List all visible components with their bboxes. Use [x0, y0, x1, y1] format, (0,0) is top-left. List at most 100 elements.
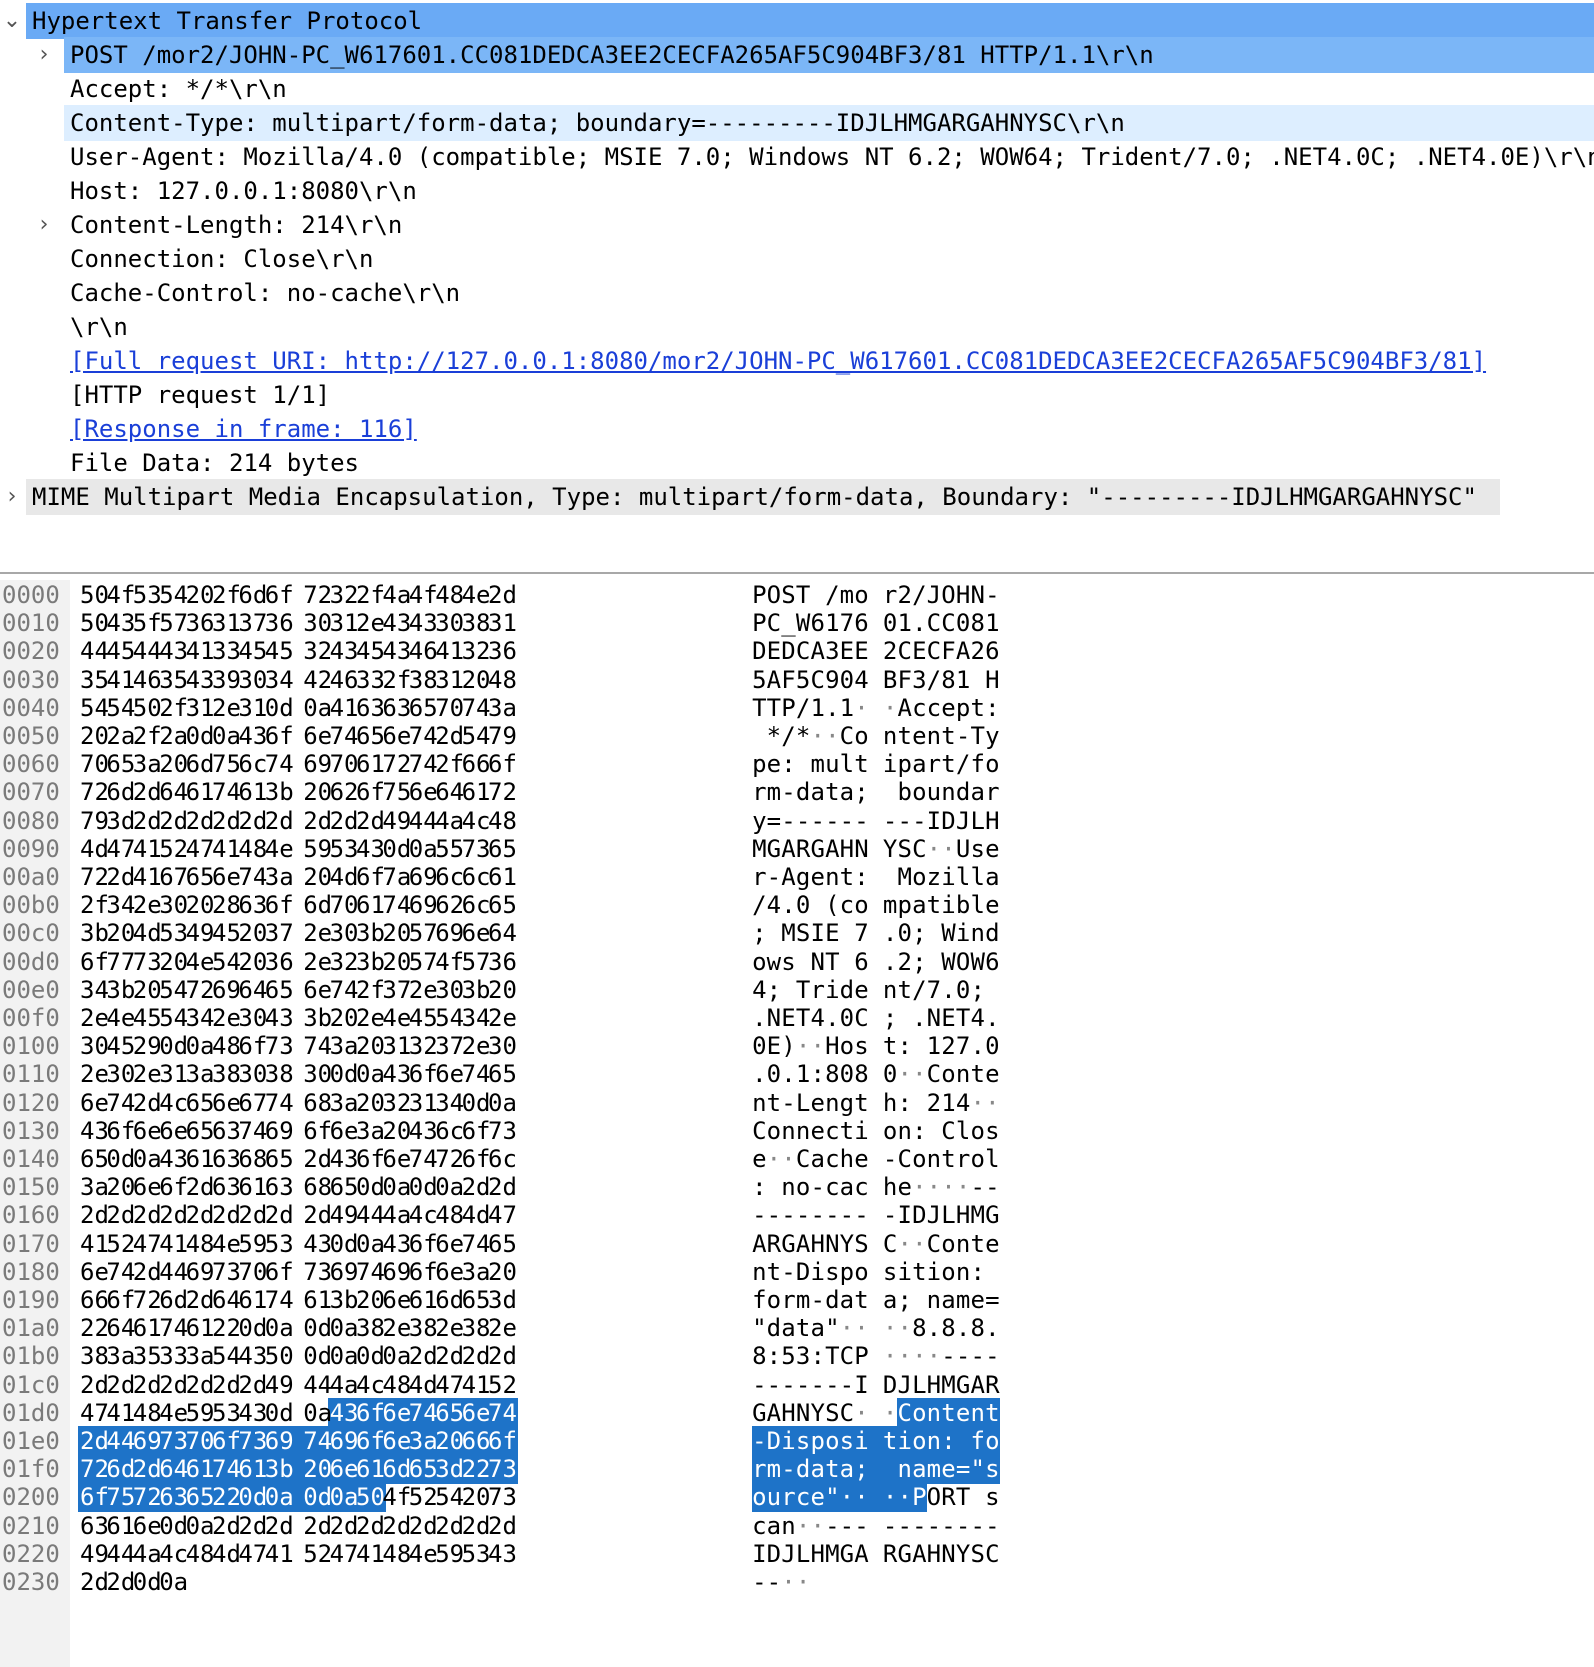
ascii-char[interactable]: I	[810, 918, 825, 948]
hex-byte[interactable]: 73	[488, 1116, 517, 1146]
hex-byte[interactable]: 6e	[330, 1454, 359, 1484]
hex-byte[interactable]: 4d	[330, 862, 359, 892]
ascii-char[interactable]: ·	[912, 1059, 927, 1089]
hex-row[interactable]: 0210 63 61 6e 0d 0a 2d 2d 2d 2d 2d 2d 2d 2d 2d 2d 2d c a n ·…	[0, 1511, 1594, 1541]
hex-byte[interactable]: 0d	[303, 1482, 332, 1512]
ascii-char[interactable]: ·	[897, 1229, 912, 1259]
hex-byte[interactable]: 48	[435, 1200, 464, 1230]
hex-byte[interactable]: 59	[238, 1229, 267, 1259]
ascii-char[interactable]: A	[767, 665, 782, 695]
hex-byte[interactable]: 2d	[356, 1511, 385, 1541]
hex-byte[interactable]: 43	[238, 1398, 267, 1428]
hex-byte[interactable]: 0a	[435, 1172, 464, 1202]
ascii-char[interactable]: 8	[970, 608, 985, 638]
ascii-char[interactable]: d	[796, 777, 811, 807]
hex-byte[interactable]: 0a	[303, 693, 332, 723]
ascii-char[interactable]: R	[985, 1370, 1000, 1400]
hex-byte[interactable]: 20	[382, 1116, 411, 1146]
hex-byte[interactable]: 22	[212, 1313, 241, 1343]
ascii-char[interactable]: r	[810, 975, 825, 1005]
hex-byte[interactable]: 43	[238, 721, 267, 751]
ascii-char[interactable]: ·	[897, 1059, 912, 1089]
hex-byte[interactable]: 36	[265, 947, 294, 977]
hex-byte[interactable]: 63	[159, 1482, 188, 1512]
ascii-char[interactable]: ·	[840, 1482, 855, 1512]
hex-byte[interactable]: 36	[488, 636, 517, 666]
hex-byte[interactable]: 2d	[186, 1172, 215, 1202]
ascii-char[interactable]: 0	[840, 1059, 855, 1089]
ascii-char[interactable]: z	[927, 862, 942, 892]
hex-byte[interactable]: 3a	[330, 1031, 359, 1061]
hex-byte[interactable]: 2d	[488, 580, 517, 610]
hex-byte[interactable]: 4d	[133, 918, 162, 948]
ascii-char[interactable]: t	[840, 1116, 855, 1146]
ascii-char[interactable]: t	[941, 1144, 956, 1174]
ascii-char[interactable]: s	[840, 1426, 855, 1456]
hex-byte[interactable]: 4f	[409, 580, 438, 610]
hex-byte[interactable]: 5f	[133, 608, 162, 638]
hex-row[interactable]: 00f0 2e 4e 45 54 34 2e 30 43 3b 20 2e 4e 45 54 34 2e. N E T…	[0, 1003, 1594, 1033]
ascii-char[interactable]: 4	[970, 1003, 985, 1033]
hex-byte[interactable]: 47	[106, 834, 135, 864]
hex-byte[interactable]: 6c	[435, 1116, 464, 1146]
hex-byte[interactable]: 2d	[106, 1200, 135, 1230]
hex-byte[interactable]: 3a	[80, 1172, 109, 1202]
ascii-char[interactable]: 0	[840, 1003, 855, 1033]
ascii-char[interactable]: M	[781, 918, 796, 948]
hex-byte[interactable]: 3a	[186, 1341, 215, 1371]
ascii-char[interactable]: P	[752, 580, 767, 610]
hex-byte[interactable]: 3a	[133, 749, 162, 779]
hex-byte[interactable]: 20	[488, 975, 517, 1005]
ascii-char[interactable]: o	[840, 1031, 855, 1061]
ascii-char[interactable]: -	[883, 1511, 898, 1541]
hex-byte[interactable]: 6e	[80, 1257, 109, 1287]
hex-byte[interactable]: 61	[133, 1313, 162, 1343]
hex-byte[interactable]: 2e	[462, 1031, 491, 1061]
hex-byte[interactable]: 43	[488, 1539, 517, 1569]
ascii-char[interactable]: -	[912, 806, 927, 836]
hex-byte[interactable]: 6f	[356, 777, 385, 807]
hex-byte[interactable]: 0d	[106, 1144, 135, 1174]
hex-row[interactable]: 0020 44 45 44 43 41 33 45 45 32 43 45 43 46 41 32 36 D E D C…	[0, 636, 1594, 666]
tree-row[interactable]: [Response in frame: 116]	[0, 411, 1594, 447]
hex-byte[interactable]: 4a	[382, 1200, 411, 1230]
hex-byte[interactable]: 0a	[330, 1341, 359, 1371]
hex-byte[interactable]: 64	[488, 918, 517, 948]
hex-byte[interactable]: 0d	[186, 721, 215, 751]
ascii-char[interactable]: M	[752, 834, 767, 864]
ascii-char[interactable]: -	[810, 806, 825, 836]
hex-byte[interactable]: 0d	[238, 1482, 267, 1512]
ascii-char[interactable]: a	[912, 1454, 927, 1484]
ascii-char[interactable]: i	[941, 890, 956, 920]
ascii-char[interactable]: 2	[927, 1088, 942, 1118]
hex-byte[interactable]: 65	[186, 862, 215, 892]
ascii-char[interactable]: a	[840, 777, 855, 807]
hex-byte[interactable]: 70	[80, 749, 109, 779]
ascii-char[interactable]: -	[810, 1200, 825, 1230]
hex-byte[interactable]: 20	[80, 721, 109, 751]
ascii-char[interactable]: f	[970, 1426, 985, 1456]
ascii-char[interactable]: _	[781, 608, 796, 638]
ascii-char[interactable]: /	[912, 580, 927, 610]
ascii-char[interactable]	[840, 947, 855, 977]
ascii-char[interactable]: O	[767, 580, 782, 610]
hex-byte[interactable]: 38	[80, 1341, 109, 1371]
ascii-char[interactable]: -	[810, 1285, 825, 1315]
hex-byte[interactable]: 64	[106, 1313, 135, 1343]
ascii-char[interactable]: ;	[912, 947, 927, 977]
hex-byte[interactable]: 20	[488, 1257, 517, 1287]
ascii-char[interactable]: e	[985, 1059, 1000, 1089]
hex-row[interactable]: 00b0 2f 34 2e 30 20 28 63 6f 6d 70 61 74 69 62 6c 65 /4. 0…	[0, 890, 1594, 920]
ascii-char[interactable]	[840, 918, 855, 948]
ascii-char[interactable]: e	[985, 834, 1000, 864]
hex-byte[interactable]: 74	[462, 693, 491, 723]
hex-byte[interactable]: 6e	[303, 975, 332, 1005]
ascii-char[interactable]: u	[825, 749, 840, 779]
ascii-char[interactable]	[970, 1482, 985, 1512]
hex-byte[interactable]: 32	[330, 947, 359, 977]
hex-byte[interactable]: 6d	[186, 749, 215, 779]
hex-byte[interactable]: 63	[238, 890, 267, 920]
hex-byte[interactable]: 73	[488, 1454, 517, 1484]
ascii-char[interactable]: i	[854, 1116, 869, 1146]
hex-byte[interactable]: 73	[265, 1031, 294, 1061]
